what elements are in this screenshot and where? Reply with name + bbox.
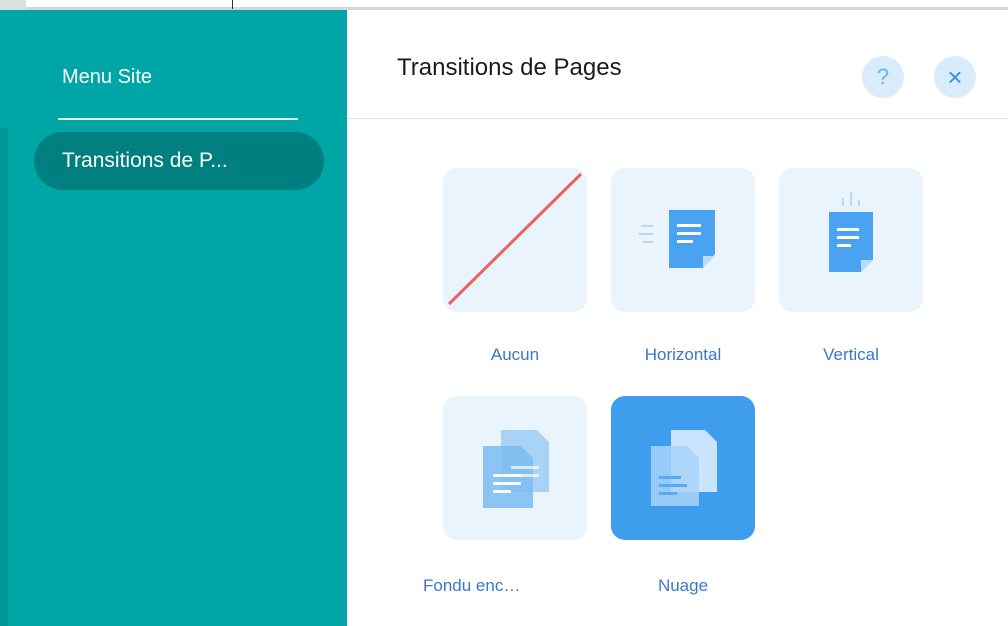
sidebar-item-page-transitions[interactable]: Transitions de P...: [34, 132, 324, 190]
help-icon: ?: [876, 64, 890, 89]
cloud-pages-icon: [651, 430, 717, 506]
crossfade-pages-icon: [483, 430, 549, 508]
transition-label[interactable]: Horizontal: [603, 345, 763, 365]
horizontal-page-icon: [639, 210, 715, 268]
transition-tile-nuage[interactable]: [611, 396, 755, 540]
panel-title: Transitions de Pages: [397, 54, 622, 81]
vertical-page-icon: [829, 192, 873, 272]
header-divider: [347, 118, 1008, 119]
close-icon: ×: [947, 62, 963, 92]
transition-tile-aucun[interactable]: [443, 168, 587, 312]
transition-tile-horizontal[interactable]: [611, 168, 755, 312]
help-button[interactable]: ?: [862, 56, 904, 98]
top-tick: [232, 0, 233, 9]
sidebar: Menu Site Transitions de P...: [0, 10, 347, 626]
transition-label[interactable]: Nuage: [603, 576, 763, 596]
transition-label[interactable]: Aucun: [435, 345, 595, 365]
transition-label[interactable]: Vertical: [771, 345, 931, 365]
transition-tile-fondu[interactable]: [443, 396, 587, 540]
close-button[interactable]: ×: [934, 56, 976, 98]
top-border: [0, 0, 1008, 10]
transition-label[interactable]: Fondu enc…: [423, 576, 543, 596]
sidebar-title[interactable]: Menu Site: [62, 66, 152, 89]
none-slash-icon: [447, 172, 583, 306]
transitions-panel: Transitions de Pages ? × Aucun Horizonta…: [347, 10, 1008, 626]
transition-tile-vertical[interactable]: [779, 168, 923, 312]
sidebar-divider: [58, 118, 298, 120]
sidebar-edge: [0, 128, 8, 626]
top-corner: [0, 0, 26, 10]
